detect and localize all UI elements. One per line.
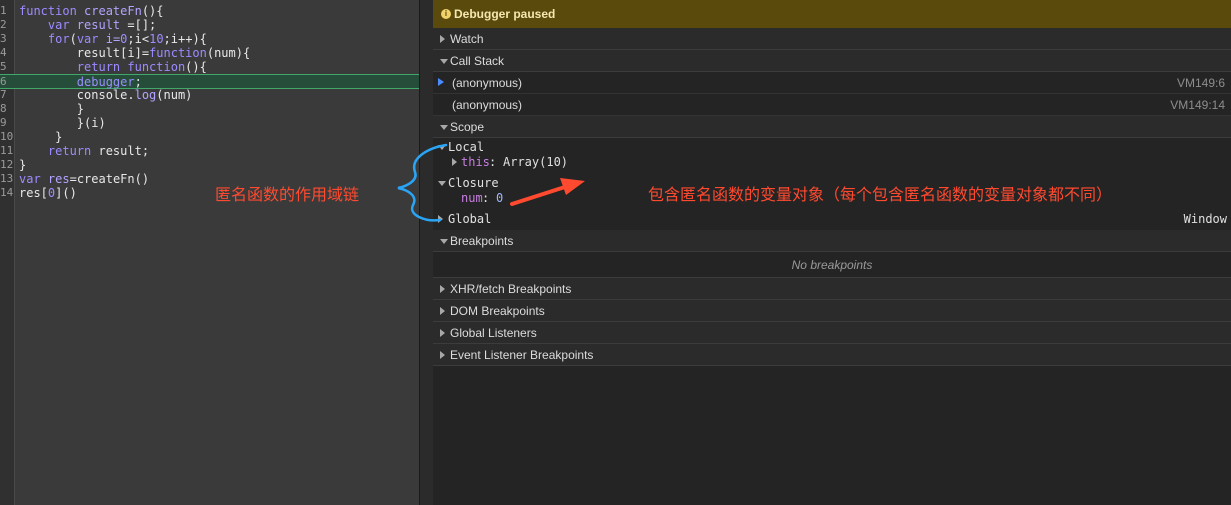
red-arrow-annotation (510, 184, 570, 206)
curly-brace-annotation (397, 143, 448, 222)
annotation-overlay (397, 143, 585, 222)
red-arrow-head (560, 178, 585, 195)
